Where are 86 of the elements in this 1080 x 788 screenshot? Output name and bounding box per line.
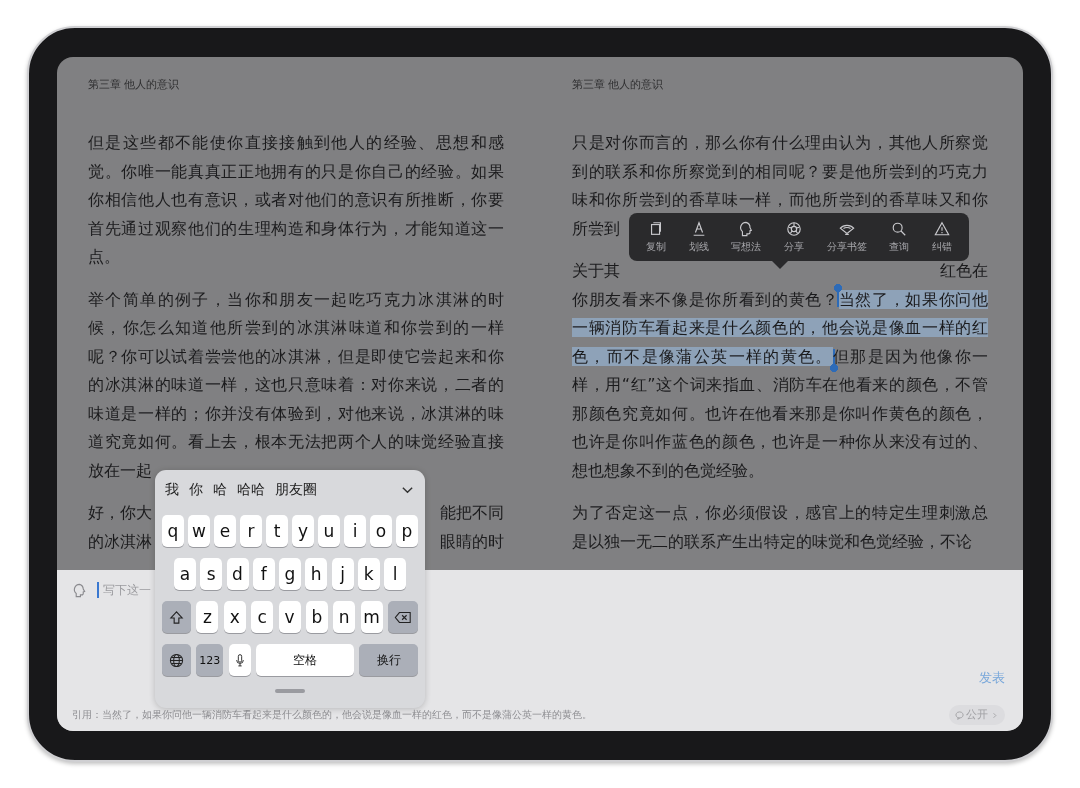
key[interactable]: i [344,515,366,547]
chevron-right-icon [990,710,999,720]
key[interactable]: q [162,515,184,547]
text-line: 味和你所尝到的香草味一样，而他所尝到的香草味又和你 [572,189,988,211]
key[interactable]: o [370,515,392,547]
numbers-key[interactable]: 123 [196,644,224,676]
text-line: 关于其 [572,260,620,282]
text-line: 候，你怎么知道他所尝到的冰淇淋味道和你尝到的一样 [88,317,504,339]
text-line: 点。 [88,246,121,268]
key[interactable]: r [240,515,262,547]
return-key[interactable]: 换行 [359,644,418,676]
text-line: 首先通过观察他们的生理构造和身体行为，才能知道这一 [88,217,504,240]
text-line: 呢？你可以试着尝尝他的冰淇淋，但是即使它尝起来和你 [88,345,504,368]
text-line: 也许是你叫作蓝色的颜色，也许是一种你从来没有过的、 [572,431,988,453]
key[interactable]: j [331,558,354,590]
candidate-word[interactable]: 我 [162,481,186,499]
chevron-down-icon[interactable] [401,485,414,495]
text-line: 红色在 [940,260,988,282]
selection-handle[interactable] [833,283,842,307]
candidate-word[interactable]: 你 [186,481,210,499]
menu-item[interactable]: 分享书签 [826,220,867,254]
key[interactable]: m [360,601,383,633]
text-line: 味道是一样的；你并没有体验到，对他来说，冰淇淋的味 [88,402,504,425]
backspace-key[interactable] [388,601,418,633]
search-icon [891,220,908,237]
key[interactable]: g [279,558,301,590]
text-line: 所尝到 [572,217,620,240]
key[interactable]: c [251,601,274,633]
key[interactable]: s [200,558,223,590]
key[interactable]: n [333,601,356,633]
microphone-icon [234,652,245,668]
candidate-word[interactable]: 朋友圈 [272,481,324,499]
text-line: 举个简单的例子，当你和朋友一起吃巧克力冰淇淋的时 [88,288,504,311]
key[interactable]: p [396,515,418,547]
text-line: 是以独一无二的联系产生出特定的味觉和色觉经验，不论 [572,530,973,553]
text-line: 的冰淇淋 [88,530,152,553]
key[interactable]: d [226,558,249,590]
shift-arrow-icon [169,609,184,625]
text-line: 样，用“红”这个词来指血、消防车在他看来的颜色，不管 [572,374,988,396]
key[interactable]: y [292,515,314,547]
text-line: 那颜色究竟如何。也许在他看来那是你叫作黄色的颜色， [572,402,988,425]
text-line: 但是这些都不能使你直接接触到他人的经验、思想和感 [88,132,504,154]
menu-item[interactable]: 写想法 [731,220,762,254]
key[interactable]: e [214,515,236,547]
text-line: 放在一起 [88,459,152,482]
backspace-icon [394,610,412,624]
key[interactable]: a [174,558,196,590]
globe-icon [169,652,184,668]
text-line: 好，你大 [88,502,152,524]
aperture-icon [785,220,802,237]
key[interactable]: b [305,601,328,633]
key[interactable]: k [357,558,380,590]
text-line: 觉。你唯一能真真正正地拥有的只是你自己的经验。如果 [88,160,504,183]
key[interactable]: h [305,558,328,590]
menu-item[interactable]: 复制 [646,220,667,254]
text-line: 到的联系和你所察觉到的相同呢？要是他所尝到的巧克力 [572,160,988,183]
space-key[interactable]: 空格 [255,644,354,676]
text-line: 道究竟如何。看上去，根本无法把两个人的味觉经验直接 [88,431,504,453]
chat-icon [955,710,964,720]
menu-item[interactable]: 分享 [783,220,804,254]
text-line: 只是对你而言的，那么你有什么理由认为，其他人所察觉 [572,132,988,154]
key[interactable]: z [196,601,219,633]
text-line: 能把不同 [440,502,504,524]
text-line: 的冰淇淋的味道一样，这也只意味着：对你来说，二者的 [88,374,504,396]
text-line: 想也想象不到的色觉经验。 [572,459,765,482]
candidate-word[interactable]: 哈 [210,481,234,499]
key[interactable]: t [266,515,288,547]
text-line: 为了否定这一点，你必须假设，感官上的特定生理刺激总 [572,502,988,524]
candidate-word[interactable]: 哈哈 [234,481,272,499]
key[interactable]: f [252,558,275,590]
menu-item[interactable]: 划线 [688,220,709,254]
key[interactable]: v [278,601,301,633]
key[interactable]: u [318,515,340,547]
text-cursor [97,582,99,598]
warning-icon [933,220,950,237]
text-line: 眼睛的时 [440,530,504,553]
globe-key[interactable] [162,644,191,676]
menu-item[interactable]: 纠错 [931,220,952,254]
microphone-key[interactable] [228,644,251,676]
drag-handle[interactable] [275,689,305,693]
menu-item[interactable]: 查询 [889,220,910,254]
key[interactable]: w [188,515,210,547]
key[interactable]: x [223,601,246,633]
key[interactable]: l [384,558,406,590]
shift-key[interactable] [162,601,191,633]
text-line: 你相信他人也有意识，或者对他们的意识有所推断，你要 [88,189,504,211]
